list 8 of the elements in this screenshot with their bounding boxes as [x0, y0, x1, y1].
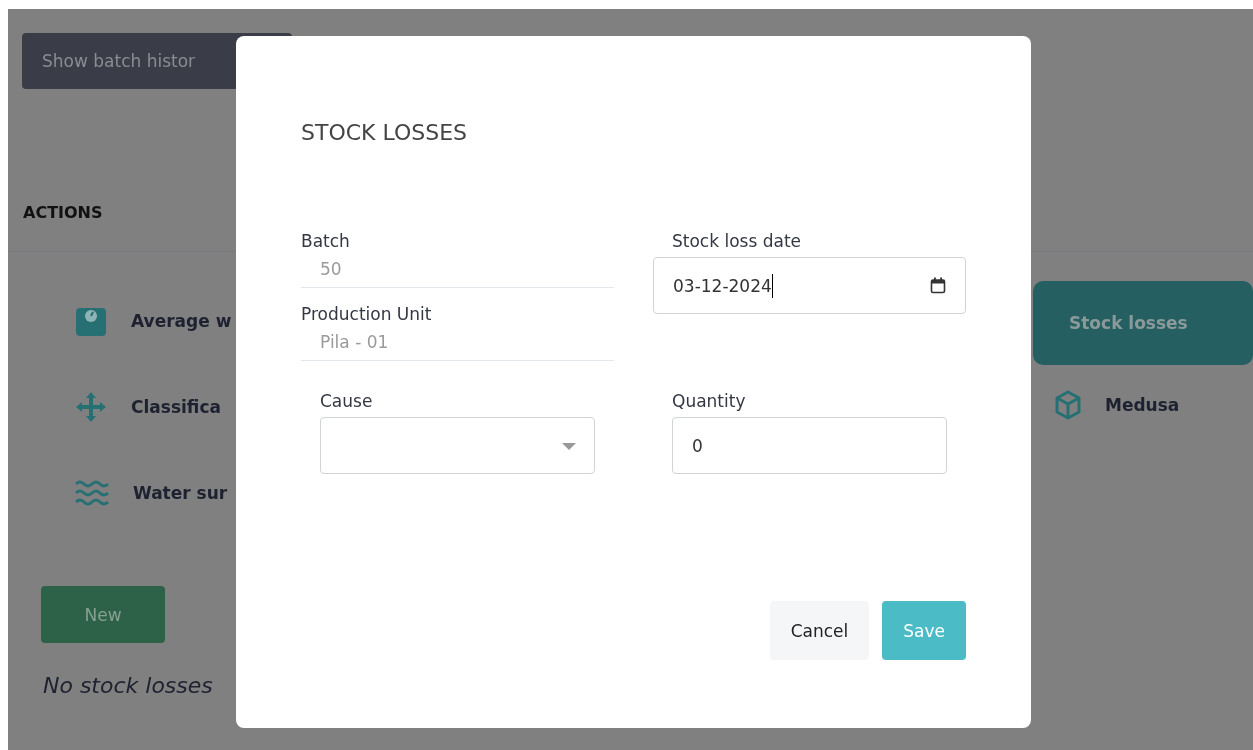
- field-label: Production Unit: [301, 304, 433, 324]
- actions-heading: ACTIONS: [23, 203, 104, 222]
- field-label: Cause: [320, 391, 374, 411]
- empty-message: No stock losses: [43, 673, 214, 698]
- field-label: Stock loss date: [671, 231, 803, 251]
- dialog-title: STOCK LOSSES: [301, 120, 469, 145]
- field-label: Batch: [301, 231, 351, 251]
- field-label: Quantity: [672, 391, 747, 411]
